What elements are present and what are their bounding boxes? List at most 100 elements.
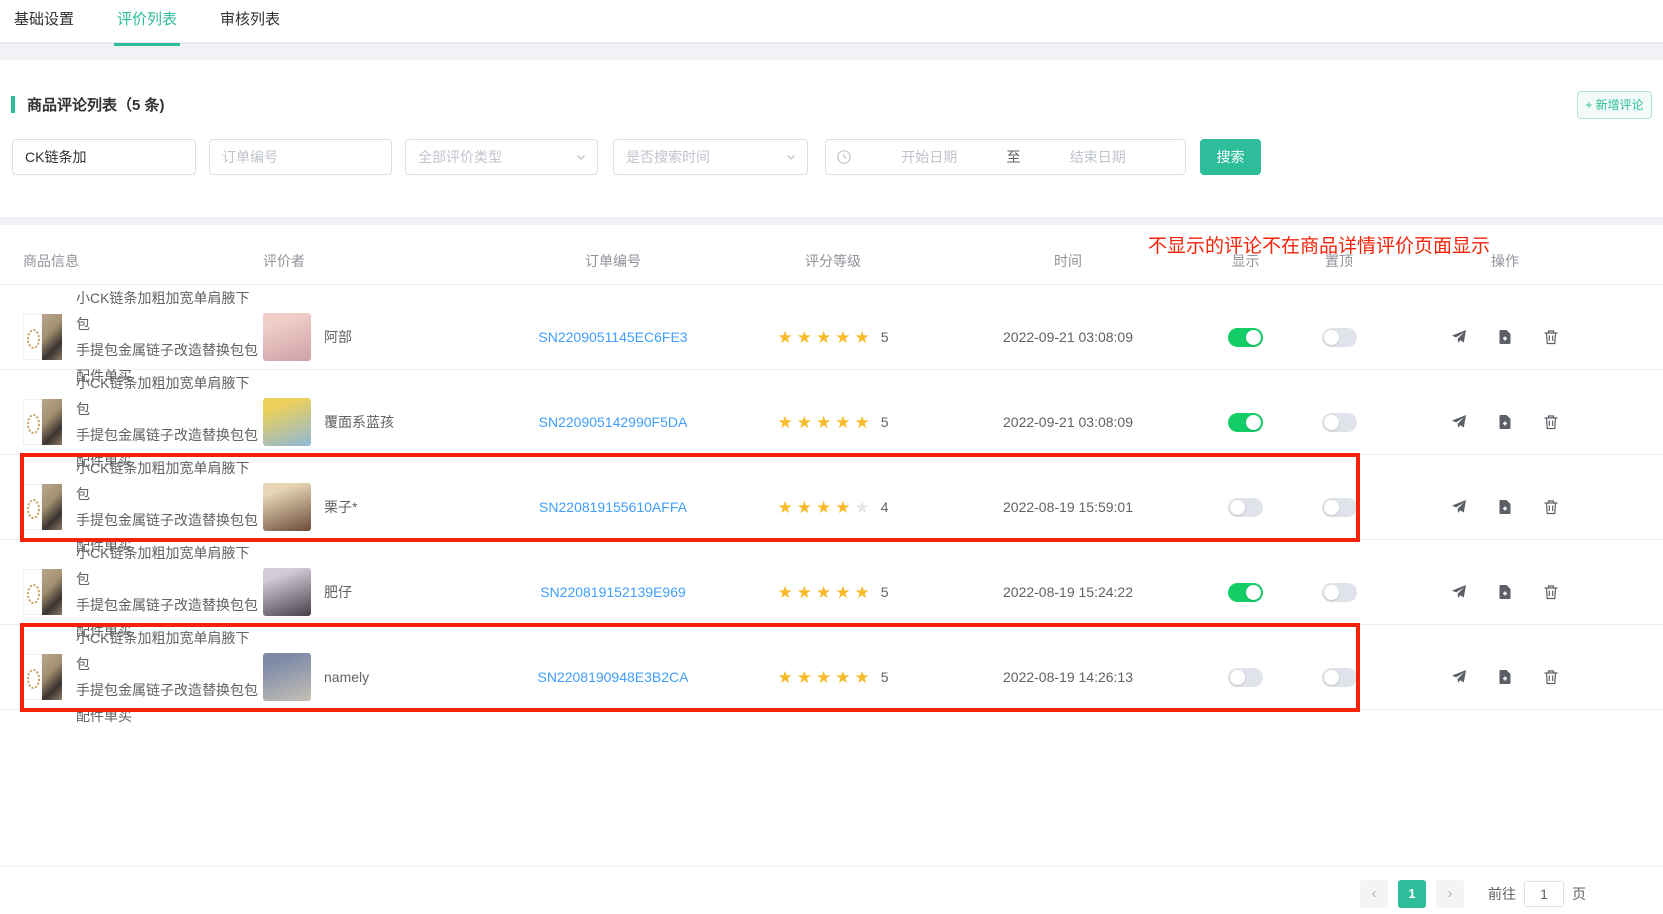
rating-value: 5 [881,414,889,430]
rating-cell: ★★★★★ 5 [713,414,953,431]
reviewer-name: 肥仔 [324,582,352,602]
tab-basic-settings[interactable]: 基础设置 [11,0,77,44]
pagination-prev-button[interactable]: ‹ [1360,880,1388,908]
tab-audit-list[interactable]: 审核列表 [217,0,283,44]
pin-toggle[interactable] [1322,498,1357,517]
pin-toggle[interactable] [1322,583,1357,602]
reviewer-cell: 覆面系蓝孩 [263,398,513,446]
reviewer-cell: 肥仔 [263,568,513,616]
filter-panel: 商品评论列表（5 条) + 新增评论 全部评价类型 是否搜索时间 开始日期 至 [0,60,1663,217]
chain-image [23,484,42,530]
star-icon: ★ [854,584,869,601]
product-thumbnail [23,654,62,700]
rating-cell: ★★★★★ 5 [713,669,953,686]
order-number-link[interactable]: SN220819152139E969 [540,584,686,600]
tab-bar: 基础设置 评价列表 审核列表 [0,0,1663,44]
delete-trash-icon[interactable] [1543,669,1559,685]
rating-cell: ★★★★★ 4 [713,499,953,516]
order-number-link[interactable]: SN220819155610AFFA [539,499,687,515]
order-number-input[interactable] [209,139,392,175]
show-toggle[interactable] [1228,498,1263,517]
actions-cell [1370,584,1640,600]
reply-send-icon[interactable] [1451,584,1467,600]
delete-trash-icon[interactable] [1543,499,1559,515]
bag-photo [42,654,62,700]
pin-toggle[interactable] [1322,328,1357,347]
reply-send-icon[interactable] [1451,669,1467,685]
show-toggle[interactable] [1228,668,1263,687]
clock-icon [836,149,852,165]
actions-cell [1370,329,1640,345]
star-icon: ★ [797,584,812,601]
keyword-field-wrap [12,139,196,175]
delete-trash-icon[interactable] [1543,329,1559,345]
col-header-product: 商品信息 [23,251,263,271]
tab-review-list[interactable]: 评价列表 [114,0,180,44]
star-icon: ★ [835,414,850,431]
pagination-page-1[interactable]: 1 [1398,880,1426,908]
rating-value: 4 [881,499,889,515]
bag-photo [42,569,62,615]
table-row: 小CK链条加粗加宽单肩腋下包 手提包金属链子改造替换包包 配件单买 阿部 SN2… [0,285,1663,370]
star-icon: ★ [777,584,792,601]
bag-photo [42,399,62,445]
product-thumbnail [23,399,62,445]
reviewer-name: namely [324,669,369,685]
order-number-link[interactable]: SN2208190948E3B2CA [537,669,688,685]
search-button[interactable]: 搜索 [1200,139,1261,175]
review-time: 2022-08-19 15:59:01 [953,499,1183,515]
star-icon: ★ [854,499,869,516]
delete-trash-icon[interactable] [1543,414,1559,430]
add-document-icon[interactable] [1497,584,1513,600]
order-number-link[interactable]: SN220905142990F5DA [539,414,688,430]
add-document-icon[interactable] [1497,669,1513,685]
review-table-panel: 不显示的评论不在商品详情评价页面显示 商品信息 评价者 订单编号 评分等级 时间… [0,225,1663,914]
goto-label: 前往 [1488,884,1516,904]
star-icon: ★ [854,414,869,431]
pagination-next-button[interactable]: › [1436,880,1464,908]
add-review-button[interactable]: + 新增评论 [1577,91,1652,119]
add-document-icon[interactable] [1497,329,1513,345]
reviewer-name: 覆面系蓝孩 [324,412,394,432]
keyword-input[interactable] [12,139,196,175]
show-toggle[interactable] [1228,413,1263,432]
product-title: 小CK链条加粗加宽单肩腋下包 手提包金属链子改造替换包包 配件单买 [76,625,263,729]
star-icon: ★ [777,414,792,431]
star-icon: ★ [777,329,792,346]
bag-photo [42,314,62,360]
reply-send-icon[interactable] [1451,499,1467,515]
order-field-wrap [209,139,392,175]
search-time-select[interactable]: 是否搜索时间 [613,139,808,175]
search-time-placeholder: 是否搜索时间 [626,147,710,167]
rating-value: 5 [881,669,889,685]
avatar [263,313,311,361]
reply-send-icon[interactable] [1451,414,1467,430]
star-icon: ★ [797,414,812,431]
order-number-link[interactable]: SN2209051145EC6FE3 [538,329,687,345]
actions-cell [1370,499,1640,515]
pin-toggle[interactable] [1322,668,1357,687]
pin-toggle[interactable] [1322,413,1357,432]
review-type-select[interactable]: 全部评价类型 [405,139,598,175]
review-admin-screen: 基础设置 评价列表 审核列表 商品评论列表（5 条) + 新增评论 全部评价类型… [0,0,1663,914]
delete-trash-icon[interactable] [1543,584,1559,600]
actions-cell [1370,669,1640,685]
avatar [263,568,311,616]
end-date-placeholder: 结束日期 [1021,147,1176,167]
star-icon: ★ [816,584,831,601]
product-thumbnail [23,484,62,530]
date-range-picker[interactable]: 开始日期 至 结束日期 [825,139,1186,175]
chain-image [23,654,42,700]
show-toggle[interactable] [1228,328,1263,347]
show-toggle[interactable] [1228,583,1263,602]
goto-page-input[interactable] [1524,881,1564,907]
rating-cell: ★★★★★ 5 [713,584,953,601]
star-icon: ★ [835,669,850,686]
table-row: 小CK链条加粗加宽单肩腋下包 手提包金属链子改造替换包包 配件单买 namely… [0,625,1663,710]
add-document-icon[interactable] [1497,499,1513,515]
star-icon: ★ [854,669,869,686]
add-document-icon[interactable] [1497,414,1513,430]
star-icon: ★ [835,499,850,516]
star-icon: ★ [816,414,831,431]
reply-send-icon[interactable] [1451,329,1467,345]
